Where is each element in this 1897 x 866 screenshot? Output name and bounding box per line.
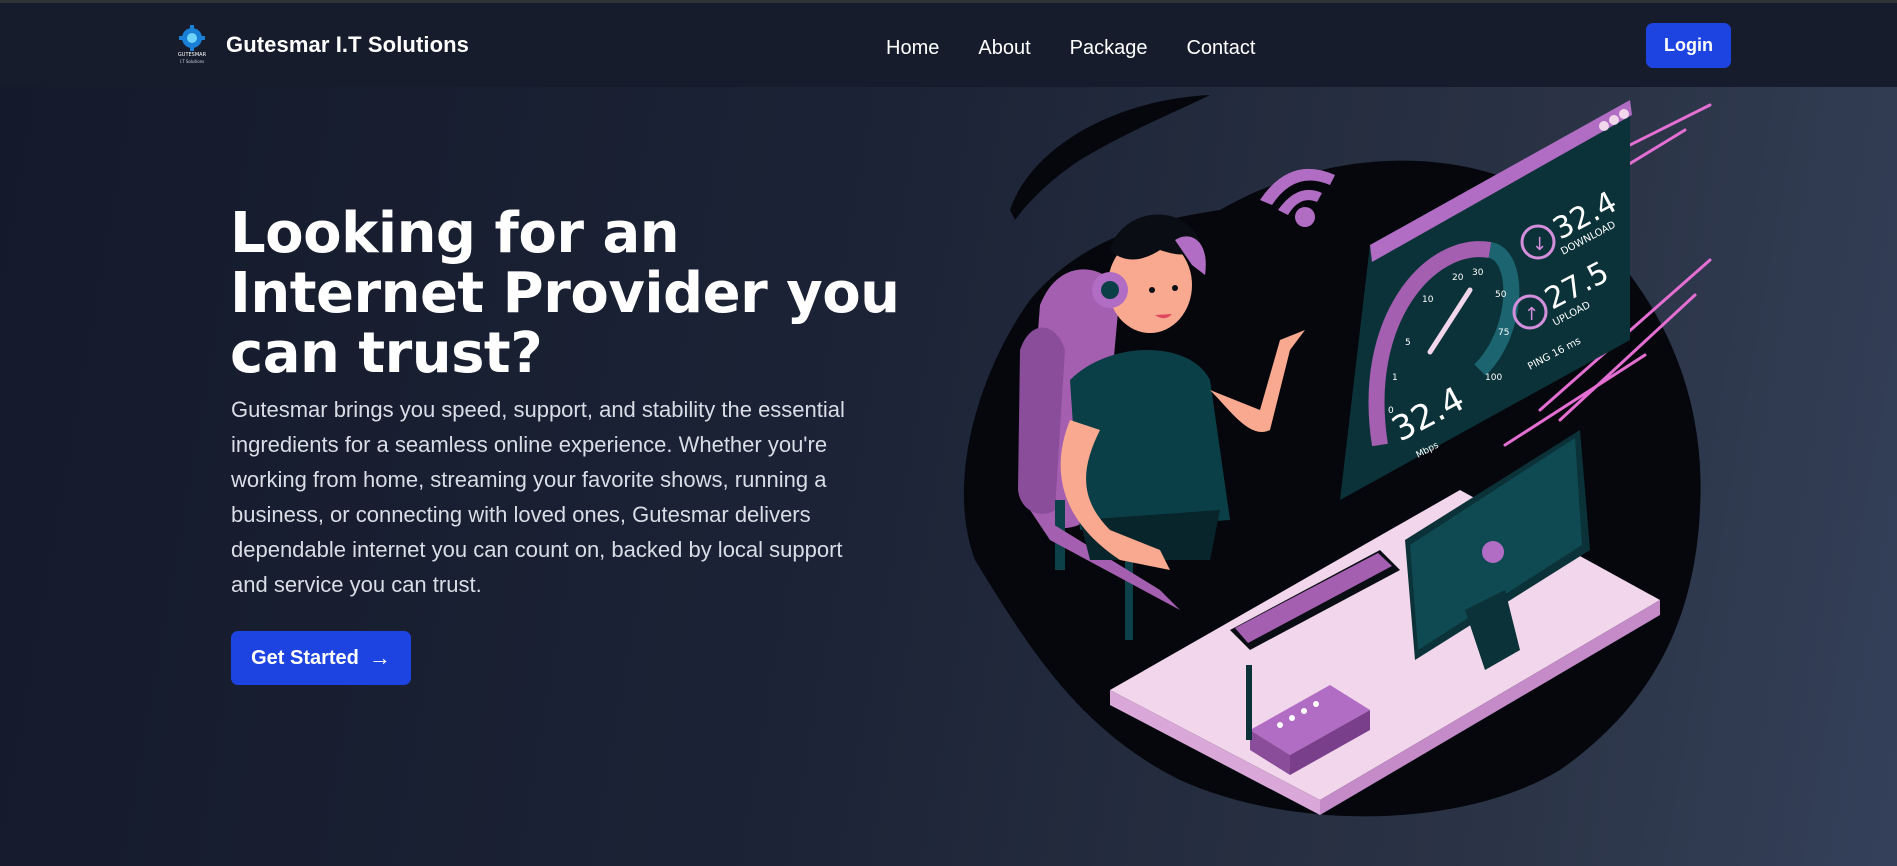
login-button[interactable]: Login (1646, 23, 1731, 68)
get-started-button[interactable]: Get Started → (231, 631, 411, 685)
arrow-right-icon: → (368, 645, 391, 670)
nav-links: Home About Package Contact (886, 37, 1294, 60)
svg-text:5: 5 (1405, 338, 1411, 348)
svg-text:30: 30 (1472, 268, 1484, 278)
blob-tail (1010, 95, 1210, 220)
hero-description: Gutesmar brings you speed, support, and … (231, 397, 845, 597)
brand[interactable]: GUTESMAR I.T Solutions Gutesmar I.T Solu… (172, 23, 469, 67)
hero-illustration: 32.4 Mbps 0 1 5 10 20 30 50 75 100 ↓ 32.… (963, 95, 1712, 817)
nav-link-package[interactable]: Package (1070, 37, 1148, 60)
svg-text:50: 50 (1495, 290, 1507, 300)
svg-text:GUTESMAR: GUTESMAR (178, 52, 207, 58)
svg-text:↓: ↓ (1532, 234, 1547, 255)
hero-title: Looking for an Internet Provider you can… (230, 201, 900, 386)
svg-text:20: 20 (1452, 273, 1464, 283)
svg-text:0: 0 (1388, 406, 1394, 416)
nav-link-about[interactable]: About (978, 37, 1030, 60)
navbar: GUTESMAR I.T Solutions Gutesmar I.T Solu… (0, 3, 1897, 87)
svg-text:10: 10 (1422, 295, 1434, 305)
svg-text:↑: ↑ (1524, 304, 1539, 325)
svg-text:100: 100 (1485, 373, 1502, 383)
nav-link-contact[interactable]: Contact (1186, 37, 1255, 60)
nav-link-home[interactable]: Home (886, 37, 939, 60)
svg-text:75: 75 (1498, 328, 1509, 338)
svg-text:I.T Solutions: I.T Solutions (180, 59, 205, 64)
brand-name: Gutesmar I.T Solutions (226, 32, 470, 57)
company-logo: GUTESMAR I.T Solutions (178, 25, 207, 64)
svg-text:1: 1 (1392, 373, 1398, 383)
get-started-label: Get Started (251, 646, 359, 669)
